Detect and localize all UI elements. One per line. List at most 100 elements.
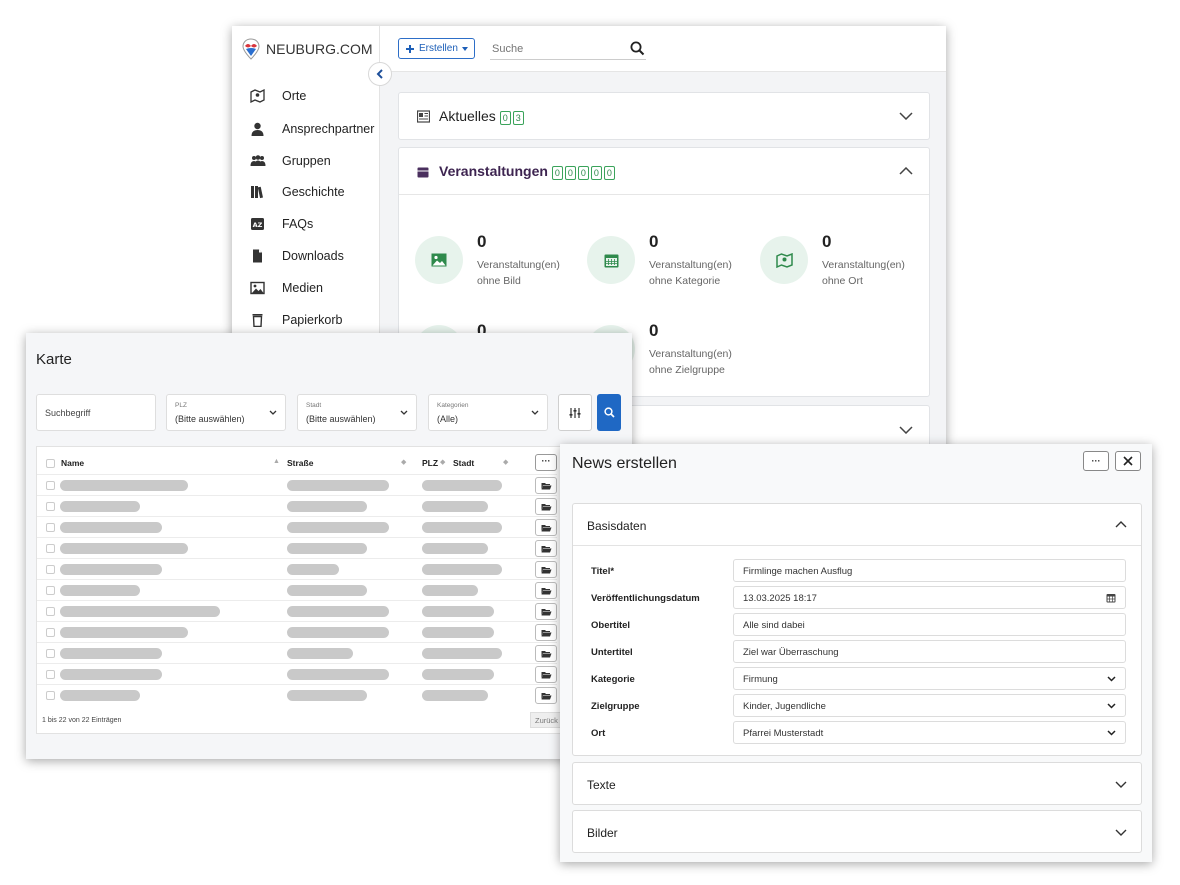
open-folder-button[interactable] (535, 666, 557, 683)
chevron-down-icon (269, 410, 277, 415)
newspaper-icon (417, 110, 430, 123)
stat-ohne-ort[interactable]: 0 Veranstaltung(en) ohne Ort (760, 228, 920, 288)
sort-icon[interactable]: ◆ (503, 458, 508, 466)
texte-section[interactable]: Texte (572, 762, 1142, 805)
open-folder-button[interactable] (535, 603, 557, 620)
sidebar-item-papierkorb[interactable]: Papierkorb (232, 311, 380, 329)
field-label: Obertitel (591, 620, 631, 631)
row-checkbox[interactable] (46, 691, 55, 700)
datum-input[interactable]: 13.03.2025 18:17 (733, 586, 1126, 609)
table-row[interactable] (37, 558, 557, 579)
untertitel-input[interactable]: Ziel war Überraschung (733, 640, 1126, 663)
stat-ohne-kategorie[interactable]: 0 Veranstaltung(en) ohne Kategorie (587, 228, 747, 288)
karte-search-field[interactable]: Suchbegriff (36, 394, 156, 431)
table-row[interactable] (37, 495, 557, 516)
titel-input[interactable]: Firmlinge machen Ausflug (733, 559, 1126, 582)
field-label: Zielgruppe (591, 701, 640, 712)
table-row[interactable] (37, 474, 557, 495)
logo[interactable]: NEUBURG.COM (242, 38, 373, 60)
kategorien-select[interactable]: Kategorien (Alle) (428, 394, 548, 431)
search-input[interactable] (490, 38, 646, 60)
basisdaten-title[interactable]: Basisdaten (587, 519, 646, 533)
chevron-down-icon[interactable] (899, 112, 913, 120)
row-checkbox[interactable] (46, 586, 55, 595)
stat-ohne-bild[interactable]: 0 Veranstaltung(en) ohne Bild (415, 228, 575, 288)
field-label: Titel* (591, 566, 615, 577)
open-folder-button[interactable] (535, 687, 557, 704)
sidebar-item-geschichte[interactable]: Geschichte (232, 183, 380, 201)
kategorie-select[interactable]: Firmung (733, 667, 1126, 690)
field-value: Firmung (743, 674, 778, 685)
bilder-section[interactable]: Bilder (572, 810, 1142, 853)
sidebar-item-ansprechpartner[interactable]: Ansprechpartner (232, 120, 380, 138)
more-options-button[interactable]: ··· (1083, 451, 1109, 471)
ort-select[interactable]: Pfarrei Musterstadt (733, 721, 1126, 744)
folder-open-icon (541, 608, 551, 615)
chevron-down-icon[interactable] (899, 426, 913, 434)
plz-select[interactable]: PLZ (Bitte auswählen) (166, 394, 286, 431)
sidebar-item-faqs[interactable]: AZ FAQs (232, 215, 380, 233)
map-icon (775, 252, 793, 268)
row-checkbox[interactable] (46, 523, 55, 532)
column-header-plz[interactable]: PLZ (422, 458, 438, 468)
close-button[interactable] (1115, 451, 1141, 471)
search-icon[interactable] (630, 41, 645, 56)
table-row[interactable] (37, 663, 557, 684)
chevron-up-icon[interactable] (899, 167, 913, 175)
filter-settings-button[interactable] (558, 394, 592, 431)
sort-icon[interactable]: ◆ (440, 458, 445, 466)
row-checkbox[interactable] (46, 649, 55, 658)
sidebar-collapse-button[interactable] (368, 62, 392, 86)
stadt-select[interactable]: Stadt (Bitte auswählen) (297, 394, 417, 431)
search-button[interactable] (597, 394, 621, 431)
sidebar-item-orte[interactable]: Orte (232, 87, 380, 105)
sort-asc-icon[interactable]: ▲ (273, 458, 280, 465)
more-options-button[interactable]: ··· (535, 454, 557, 471)
placeholder-bar (287, 627, 389, 638)
placeholder-bar (287, 585, 367, 596)
caret-down-icon (461, 46, 468, 51)
table-row[interactable] (37, 684, 557, 705)
placeholder-bar (422, 564, 502, 575)
sidebar-item-medien[interactable]: Medien (232, 279, 380, 297)
column-header-stadt[interactable]: Stadt (453, 458, 474, 468)
placeholder-bar (60, 543, 188, 554)
obertitel-input[interactable]: Alle sind dabei (733, 613, 1126, 636)
table-row[interactable] (37, 537, 557, 558)
table-row[interactable] (37, 516, 557, 537)
zielgruppe-select[interactable]: Kinder, Jugendliche (733, 694, 1126, 717)
table-row[interactable] (37, 579, 557, 600)
open-folder-button[interactable] (535, 477, 557, 494)
calendar-icon[interactable] (1106, 593, 1116, 603)
table-row[interactable] (37, 600, 557, 621)
chevron-up-icon[interactable] (1115, 521, 1127, 528)
open-folder-button[interactable] (535, 561, 557, 578)
column-header-strasse[interactable]: Straße (287, 458, 313, 468)
row-checkbox[interactable] (46, 607, 55, 616)
table-row[interactable] (37, 642, 557, 663)
column-header-name[interactable]: Name (61, 458, 84, 468)
row-checkbox[interactable] (46, 544, 55, 553)
open-folder-button[interactable] (535, 624, 557, 641)
open-folder-button[interactable] (535, 498, 557, 515)
sort-icon[interactable]: ◆ (401, 458, 406, 466)
sidebar-item-label: Papierkorb (282, 313, 343, 327)
table-row[interactable] (37, 621, 557, 642)
row-checkbox[interactable] (46, 628, 55, 637)
open-folder-button[interactable] (535, 519, 557, 536)
open-folder-button[interactable] (535, 582, 557, 599)
row-checkbox[interactable] (46, 670, 55, 679)
aktuelles-panel[interactable]: Aktuelles 03 (398, 92, 930, 140)
select-all-checkbox[interactable] (46, 459, 55, 468)
sidebar-item-downloads[interactable]: Downloads (232, 247, 380, 265)
row-checkbox[interactable] (46, 502, 55, 511)
create-button[interactable]: Erstellen (398, 38, 475, 59)
row-checkbox[interactable] (46, 481, 55, 490)
row-checkbox[interactable] (46, 565, 55, 574)
open-folder-button[interactable] (535, 645, 557, 662)
chevron-down-icon[interactable] (1115, 829, 1127, 836)
chevron-down-icon[interactable] (1115, 781, 1127, 788)
sidebar-item-gruppen[interactable]: Gruppen (232, 152, 380, 170)
open-folder-button[interactable] (535, 540, 557, 557)
logo-text: NEUBURG.COM (266, 41, 373, 57)
